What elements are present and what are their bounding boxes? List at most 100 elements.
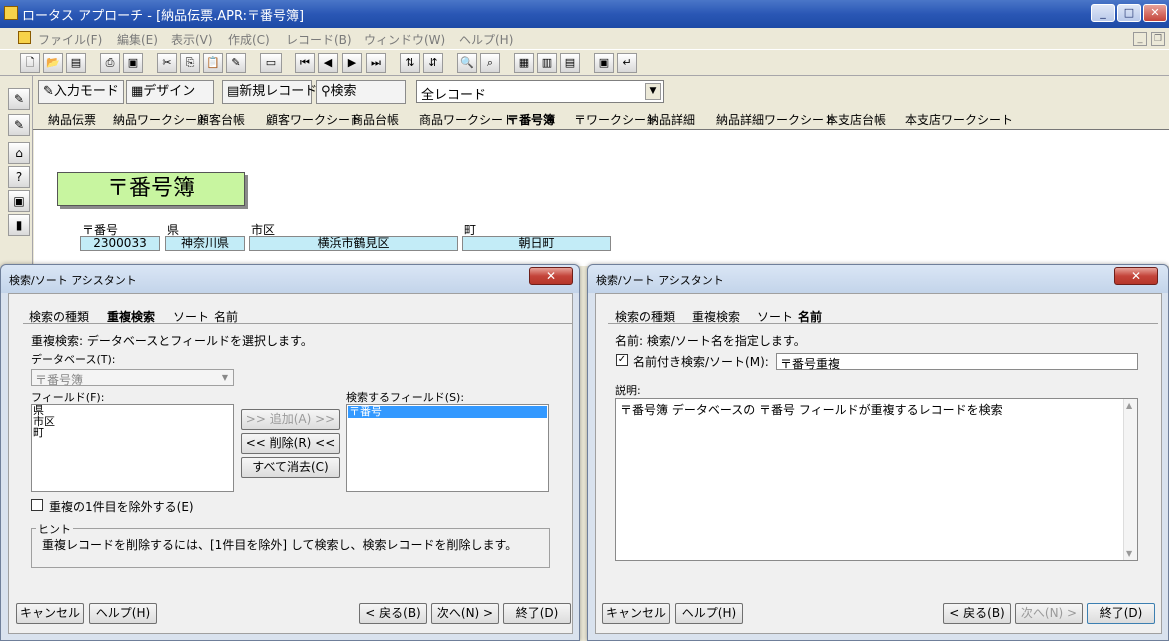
open-icon[interactable]: 📂 xyxy=(43,53,63,73)
menu-create[interactable]: 作成(C) xyxy=(228,31,270,48)
tab-nouhin-shosai-worksheet[interactable]: 納品詳細ワークシート xyxy=(716,111,836,128)
chevron-down-icon[interactable]: ▼ xyxy=(645,83,661,100)
copy-icon[interactable]: ⎘ xyxy=(180,53,200,73)
cut-icon[interactable]: ✂ xyxy=(157,53,177,73)
browse-edit-icon[interactable]: ✎ xyxy=(8,114,30,136)
tab-shohin-worksheet[interactable]: 商品ワークシート xyxy=(419,111,515,128)
prev-record-icon[interactable]: ◀ xyxy=(318,53,338,73)
back-button[interactable]: < 戻る(B) xyxy=(943,603,1011,624)
enter-icon[interactable]: ↵ xyxy=(617,53,637,73)
doc-restore-icon[interactable]: ❐ xyxy=(1151,32,1165,46)
maximize-icon[interactable]: □ xyxy=(1117,4,1141,22)
menu-file[interactable]: ファイル(F) xyxy=(38,31,102,48)
chevron-down-icon[interactable]: ▼ xyxy=(218,371,232,384)
find-button[interactable]: ⚲検索 xyxy=(316,80,406,104)
tab-nouhin-shosai[interactable]: 納品詳細 xyxy=(647,111,695,128)
doc-minimize-icon[interactable]: _ xyxy=(1133,32,1147,46)
find-all-icon[interactable]: ⌕ xyxy=(480,53,500,73)
field-city[interactable]: 横浜市鶴見区 xyxy=(249,236,458,251)
preview-icon[interactable]: ▣ xyxy=(123,53,143,73)
browse-icon[interactable]: ✎ xyxy=(8,88,30,110)
tab-kokyaku-daicho[interactable]: 顧客台帳 xyxy=(197,111,245,128)
cancel-button[interactable]: キャンセル xyxy=(16,603,84,624)
help-button[interactable]: ヘルプ(H) xyxy=(675,603,743,624)
app-icon[interactable] xyxy=(4,6,18,20)
input-mode-button[interactable]: ✎入力モード xyxy=(38,80,124,104)
tab-nouhin-denpyo[interactable]: 納品伝票 xyxy=(48,111,96,128)
remove-button[interactable]: << 削除(R) << xyxy=(241,433,340,454)
named-search-label: 名前付き検索/ソート(M): xyxy=(633,355,769,369)
menu-bar: ファイル(F) 編集(E) 表示(V) 作成(C) レコード(B) ウィンドウ(… xyxy=(0,28,1169,49)
print-icon[interactable]: ⎙ xyxy=(100,53,120,73)
named-search-checkbox[interactable]: ✓ xyxy=(616,354,628,366)
tab-shohin-daicho[interactable]: 商品台帳 xyxy=(351,111,399,128)
field-town[interactable]: 朝日町 xyxy=(462,236,611,251)
doc-icon[interactable] xyxy=(18,31,31,44)
new-record-button[interactable]: ▤新規レコード xyxy=(222,80,317,104)
tab-yubin-bango-bo[interactable]: 〒番号簿 xyxy=(507,111,555,128)
tab-nouhin-worksheet[interactable]: 納品ワークシート xyxy=(113,111,209,128)
find-sort-assistant-left: 検索/ソート アシスタント ✕ 検索の種類 重複検索 ソート 名前 重複検索: … xyxy=(0,264,580,641)
name-input[interactable]: 〒番号重複 xyxy=(776,353,1138,371)
next-button[interactable]: 次へ(N) > xyxy=(431,603,499,624)
menu-help[interactable]: ヘルプ(H) xyxy=(459,31,513,48)
find-select[interactable]: 全レコード ▼ xyxy=(416,80,664,103)
scrollbar[interactable]: ▲ ▼ xyxy=(1123,399,1137,560)
menu-window[interactable]: ウィンドウ(W) xyxy=(364,31,445,48)
clear-all-button[interactable]: すべて消去(C) xyxy=(241,457,340,478)
field-icon[interactable]: ▭ xyxy=(260,53,282,73)
list-item[interactable]: 県 xyxy=(33,405,233,416)
first-record-icon[interactable]: ⏮ xyxy=(295,53,315,73)
help-globe-icon[interactable]: ? xyxy=(8,166,30,188)
paste-icon[interactable]: 📋 xyxy=(203,53,223,73)
tab-honshiten-daicho[interactable]: 本支店台帳 xyxy=(826,111,886,128)
scroll-up-icon[interactable]: ▲ xyxy=(1126,401,1132,410)
properties-icon[interactable]: ▣ xyxy=(594,53,614,73)
fields-list[interactable]: 県 市区 町 xyxy=(31,404,234,492)
tab-yubin-worksheet[interactable]: 〒ワークシート xyxy=(574,111,658,128)
search-fields-list[interactable]: 〒番号 xyxy=(346,404,549,492)
computer-icon[interactable]: ▣ xyxy=(8,190,30,212)
report-icon[interactable]: ▤ xyxy=(560,53,580,73)
close-icon[interactable]: ✕ xyxy=(529,267,573,285)
form-icon[interactable]: ▦ xyxy=(514,53,534,73)
close-icon[interactable]: ✕ xyxy=(1143,4,1167,22)
find-icon[interactable]: 🔍 xyxy=(457,53,477,73)
tab-honshiten-worksheet[interactable]: 本支店ワークシート xyxy=(905,111,1013,128)
finish-button[interactable]: 終了(D) xyxy=(1087,603,1155,624)
home-icon[interactable]: ⌂ xyxy=(8,142,30,164)
menu-edit[interactable]: 編集(E) xyxy=(117,31,158,48)
exclude-first-checkbox[interactable] xyxy=(31,499,43,511)
finish-button[interactable]: 終了(D) xyxy=(503,603,571,624)
minimize-icon[interactable]: _ xyxy=(1091,4,1115,22)
new-file-icon[interactable]: 🗋 xyxy=(20,53,40,73)
edit-icon[interactable]: ✎ xyxy=(226,53,246,73)
next-button[interactable]: 次へ(N) > xyxy=(1015,603,1083,624)
description-textarea[interactable]: 〒番号簿 データベースの 〒番号 フィールドが重複するレコードを検索 ▲ ▼ xyxy=(615,398,1138,561)
save-icon[interactable]: ▤ xyxy=(66,53,86,73)
field-zip[interactable]: 2300033 xyxy=(80,236,160,251)
tab-divider xyxy=(23,323,572,324)
tab-kokyaku-worksheet[interactable]: 顧客ワークシート xyxy=(266,111,362,128)
database-select[interactable]: 〒番号簿 ▼ xyxy=(31,369,234,387)
list-item[interactable]: 〒番号 xyxy=(348,406,547,418)
add-button[interactable]: >> 追加(A) >> xyxy=(241,409,340,430)
field-prefecture[interactable]: 神奈川県 xyxy=(165,236,245,251)
dialog-title: 検索/ソート アシスタント xyxy=(9,274,137,287)
cancel-button[interactable]: キャンセル xyxy=(602,603,670,624)
next-record-icon[interactable]: ▶ xyxy=(342,53,362,73)
last-record-icon[interactable]: ⏭ xyxy=(366,53,386,73)
chart-icon[interactable]: ▮ xyxy=(8,214,30,236)
scroll-down-icon[interactable]: ▼ xyxy=(1126,549,1132,558)
design-button[interactable]: ▦デザイン xyxy=(126,80,214,104)
list-item[interactable]: 市区 xyxy=(33,416,233,427)
close-icon[interactable]: ✕ xyxy=(1114,267,1158,285)
menu-record[interactable]: レコード(B) xyxy=(286,31,352,48)
menu-view[interactable]: 表示(V) xyxy=(171,31,213,48)
list-item[interactable]: 町 xyxy=(33,427,233,438)
sort-asc-icon[interactable]: ⇅ xyxy=(400,53,420,73)
back-button[interactable]: < 戻る(B) xyxy=(359,603,427,624)
worksheet-icon[interactable]: ▥ xyxy=(537,53,557,73)
help-button[interactable]: ヘルプ(H) xyxy=(89,603,157,624)
sort-desc-icon[interactable]: ⇵ xyxy=(423,53,443,73)
